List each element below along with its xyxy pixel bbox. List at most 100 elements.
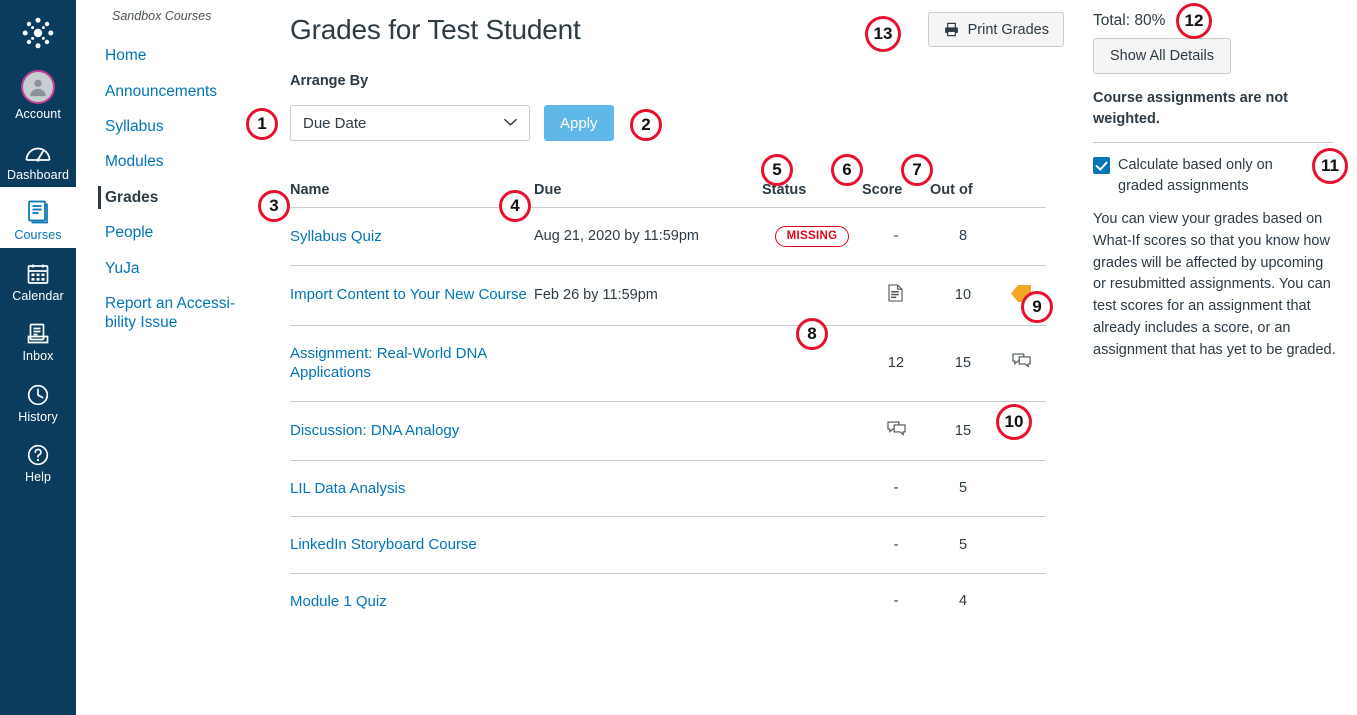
sidebar-item-announcements[interactable]: Announcements: [76, 74, 276, 109]
sidebar-item-modules[interactable]: Modules: [76, 144, 276, 179]
global-nav-label: Calendar: [12, 288, 64, 303]
sidebar-item-label[interactable]: Announcements: [76, 74, 276, 109]
out-of-cell: 5: [930, 460, 996, 518]
assignment-name-cell: Import Content to Your New Course: [290, 265, 534, 326]
assignment-link[interactable]: Discussion: DNA Analogy: [290, 421, 459, 441]
calculate-graded-only-row[interactable]: Calculate based only on graded assignmen…: [1093, 155, 1343, 197]
column-header-score[interactable]: Score: [862, 182, 930, 208]
calculate-graded-only-checkbox[interactable]: [1093, 157, 1110, 175]
main-content: Grades for Test Student Print Grades Arr…: [276, 0, 1076, 715]
divider: [1093, 142, 1333, 144]
sidebar-item-grades[interactable]: Grades: [76, 180, 276, 215]
out-of-value: 5: [958, 480, 968, 497]
row-indicator-cell: [996, 516, 1046, 574]
course-navigation: Sandbox Courses Home Announcements Sylla…: [76, 0, 276, 715]
global-nav-item-inbox[interactable]: Inbox: [0, 308, 76, 369]
table-row: Import Content to Your New Course Feb 26 …: [290, 265, 1046, 326]
column-header-out-of[interactable]: Out of: [930, 182, 996, 208]
annotation-marker-2: 2: [630, 109, 662, 141]
out-of-cell: 15: [930, 325, 996, 402]
out-of-cell: 10: [930, 265, 996, 326]
global-nav-item-account[interactable]: Account: [0, 66, 76, 127]
out-of-cell: 5: [930, 516, 996, 574]
assignment-link[interactable]: LIL Data Analysis: [290, 479, 405, 499]
sidebar-item-label[interactable]: Home: [76, 38, 276, 73]
sidebar-item-label[interactable]: People: [76, 215, 276, 250]
comment-icon[interactable]: [1011, 352, 1031, 370]
canvas-logo-icon[interactable]: [0, 0, 76, 66]
table-row: LIL Data Analysis - 5: [290, 460, 1046, 518]
annotation-marker-7: 7: [901, 154, 933, 186]
out-of-cell: 4: [930, 573, 996, 629]
table-row: Syllabus Quiz Aug 21, 2020 by 11:59pm MISS…: [290, 207, 1046, 266]
out-of-value: 5: [958, 536, 968, 553]
avatar-icon: [21, 70, 55, 104]
sidebar-item-people[interactable]: People: [76, 215, 276, 250]
out-of-cell: 15: [930, 401, 996, 461]
status-cell: [762, 516, 862, 574]
assignment-name-cell: Module 1 Quiz: [290, 573, 534, 629]
global-nav-item-help[interactable]: Help: [0, 429, 76, 490]
column-header-name[interactable]: Name: [290, 182, 534, 208]
score-value: 12: [887, 355, 905, 372]
due-date: Aug 21, 2020 by 11:59pm: [534, 228, 699, 245]
arrange-by-label: Arrange By: [290, 73, 369, 89]
assignment-link[interactable]: Syllabus Quiz: [290, 227, 382, 247]
total-grade: Total: 80%: [1093, 12, 1166, 29]
annotation-marker-5: 5: [761, 154, 793, 186]
print-grades-button[interactable]: Print Grades: [927, 12, 1064, 47]
grade-summary-sidebar: Total: 80% Show All Details Course assig…: [1085, 0, 1357, 715]
comment-icon[interactable]: [886, 420, 906, 438]
table-header-row: Name Due Status Score Out of: [290, 182, 1046, 208]
annotation-marker-13: 13: [865, 16, 901, 52]
table-row: Discussion: DNA Analogy 15: [290, 401, 1046, 461]
assignment-link[interactable]: Assignment: Real-World DNA Applications: [290, 344, 534, 383]
score-cell: -: [862, 460, 930, 518]
sidebar-item-label[interactable]: Grades: [76, 180, 276, 215]
assignment-link[interactable]: Module 1 Quiz: [290, 592, 387, 612]
due-date-cell: [534, 516, 762, 574]
score-cell: [862, 265, 930, 326]
out-of-value: 4: [958, 593, 968, 610]
apply-button[interactable]: Apply: [544, 105, 614, 141]
global-nav-item-history[interactable]: History: [0, 369, 76, 430]
annotation-marker-6: 6: [831, 154, 863, 186]
sidebar-item-label[interactable]: Report an Accessi-bility Issue: [76, 286, 276, 341]
out-of-value: 10: [954, 287, 972, 304]
due-date-cell: Feb 26 by 11:59pm: [534, 265, 762, 326]
global-nav-item-courses[interactable]: Courses: [0, 187, 76, 248]
grades-table-header: Name Due Status Score Out of: [290, 182, 1046, 208]
sidebar-item-label[interactable]: Modules: [76, 144, 276, 179]
annotation-marker-11: 11: [1312, 148, 1348, 184]
breadcrumb: Sandbox Courses: [112, 9, 212, 23]
assignment-name-cell: Discussion: DNA Analogy: [290, 401, 534, 461]
sidebar-item-home[interactable]: Home: [76, 38, 276, 73]
due-date-cell: [534, 573, 762, 629]
arrange-by-select[interactable]: Due Date: [290, 105, 530, 141]
column-header-due[interactable]: Due: [534, 182, 762, 208]
global-navigation: Account Dashboard Courses Calendar Inbox…: [0, 0, 76, 715]
assignment-link[interactable]: LinkedIn Storyboard Course: [290, 535, 477, 555]
annotation-marker-8: 8: [796, 318, 828, 350]
show-all-details-button[interactable]: Show All Details: [1093, 38, 1231, 74]
sidebar-item-yuja[interactable]: YuJa: [76, 251, 276, 286]
print-grades-label: Print Grades: [967, 21, 1049, 38]
row-indicator-cell: [996, 207, 1046, 266]
annotation-marker-1: 1: [246, 108, 278, 140]
assignment-name-cell: Syllabus Quiz: [290, 207, 534, 266]
annotation-marker-9: 9: [1021, 291, 1053, 323]
global-nav-item-calendar[interactable]: Calendar: [0, 248, 76, 309]
score-cell: 12: [862, 325, 930, 402]
status-cell: [762, 401, 862, 461]
document-icon[interactable]: [888, 284, 904, 302]
assignment-link[interactable]: Import Content to Your New Course: [290, 285, 527, 305]
due-date-cell: Aug 21, 2020 by 11:59pm: [534, 207, 762, 266]
global-nav-item-dashboard[interactable]: Dashboard: [0, 127, 76, 188]
row-indicator-cell: [996, 573, 1046, 629]
global-nav-label: Account: [15, 107, 61, 121]
sidebar-item-report-accessibility[interactable]: Report an Accessi-bility Issue: [76, 286, 276, 341]
score-cell: -: [862, 573, 930, 629]
printer-icon: [943, 21, 960, 38]
help-icon: [26, 437, 50, 467]
sidebar-item-label[interactable]: YuJa: [76, 251, 276, 286]
